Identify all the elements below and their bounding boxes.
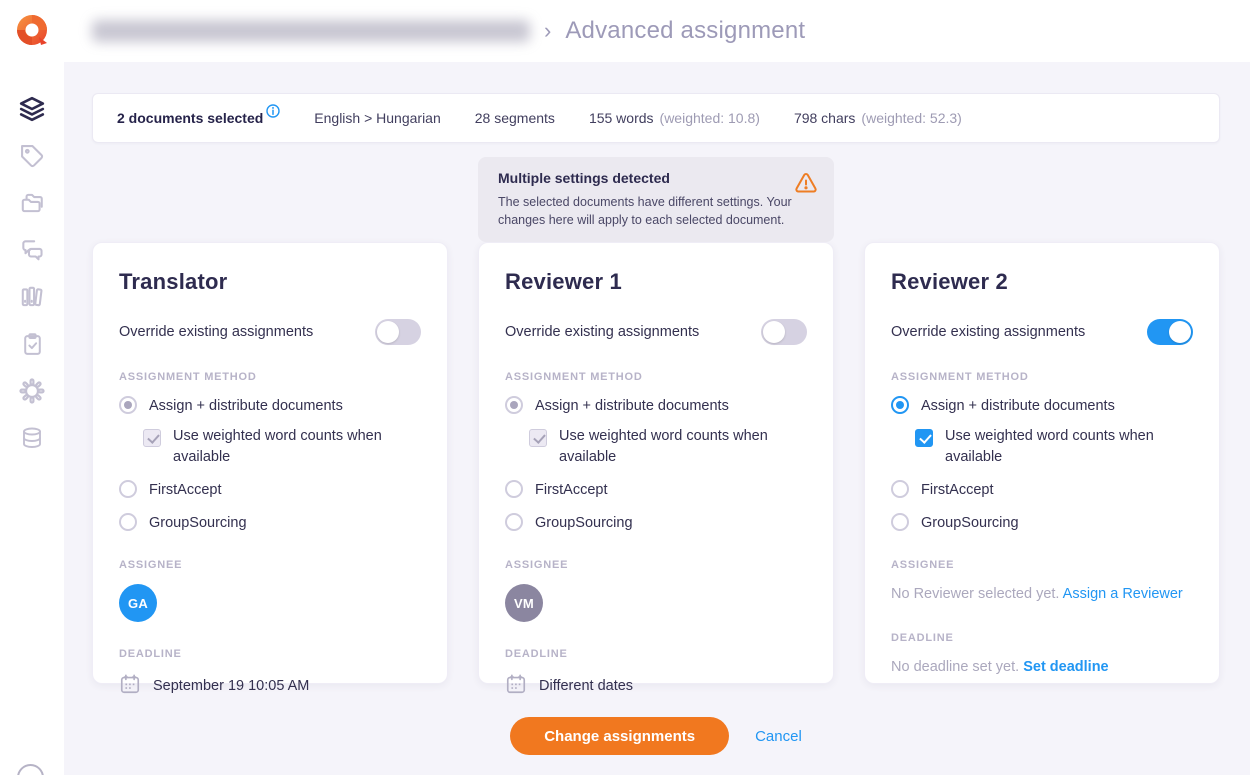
deadline-value[interactable]: Different dates [505,673,807,699]
main-content: 2 documents selected English > Hungarian… [64,62,1250,775]
chars-count: 798 chars (weighted: 52.3) [794,110,962,126]
radio-groupsourcing[interactable] [891,513,909,531]
sidebar-item-database[interactable] [0,417,64,464]
sidebar-item-resources[interactable] [0,276,64,323]
checkbox-weighted-counts [143,429,161,447]
assign-reviewer-link[interactable]: Assign a Reviewer [1063,586,1183,602]
override-label: Override existing assignments [119,324,313,340]
project-name-redacted[interactable] [92,20,530,42]
gear-icon [19,378,45,409]
radio-groupsourcing [119,513,137,531]
calendar-icon [119,673,141,699]
assignment-method-label: ASSIGNMENT METHOD [119,371,421,383]
books-icon [19,284,45,315]
assignee-empty-state: No Reviewer selected yet. Assign a Revie… [891,586,1193,602]
breadcrumb-separator: › [544,18,551,44]
set-deadline-link[interactable]: Set deadline [1023,659,1108,675]
deadline-label: DEADLINE [505,648,807,660]
app-logo[interactable] [13,11,51,49]
warning-triangle-icon [794,171,818,200]
radio-assign-distribute [119,396,137,414]
clipboard-check-icon [20,332,45,362]
tag-icon [20,144,45,174]
radio-assign-distribute [505,396,523,414]
warning-title: Multiple settings detected [498,170,816,186]
reviewer1-card: Reviewer 1 Override existing assignments… [478,242,834,684]
calendar-icon [505,673,527,699]
layers-icon [19,96,45,127]
sidebar-item-files[interactable] [0,182,64,229]
assignee-label: ASSIGNEE [505,559,807,571]
folders-icon [19,190,45,221]
language-pair: English > Hungarian [314,110,440,126]
info-icon[interactable] [266,104,280,121]
override-toggle[interactable] [1147,319,1193,345]
deadline-empty-state: No deadline set yet. Set deadline [891,659,1193,675]
sidebar-item-discussions[interactable] [0,229,64,276]
words-count: 155 words (weighted: 10.8) [589,110,760,126]
radio-assign-distribute[interactable] [891,396,909,414]
assignee-avatar[interactable]: VM [505,584,543,622]
warning-body: The selected documents have different se… [498,193,798,229]
help-icon[interactable] [17,764,44,775]
reviewer1-column: Multiple settings detected The selected … [478,157,834,684]
change-assignments-button[interactable]: Change assignments [510,717,729,755]
card-title: Translator [119,269,421,295]
override-toggle[interactable] [375,319,421,345]
assignee-label: ASSIGNEE [891,559,1193,571]
segments-count: 28 segments [475,110,555,126]
checkbox-weighted-counts [529,429,547,447]
override-label: Override existing assignments [505,324,699,340]
translator-card: Translator Override existing assignments… [92,242,448,684]
deadline-value[interactable]: September 19 10:05 AM [119,673,421,699]
deadline-label: DEADLINE [891,632,1193,644]
radio-firstaccept [119,480,137,498]
advanced-assignment-page: › Advanced assignment [0,0,1250,775]
page-title: Advanced assignment [565,17,805,45]
sidebar [0,0,64,775]
assignment-columns: Translator Override existing assignments… [92,157,1220,684]
selection-summary-bar: 2 documents selected English > Hungarian… [92,93,1220,143]
reviewer2-column: Reviewer 2 Override existing assignments… [864,157,1220,684]
database-icon [20,426,44,455]
words-weighted: (weighted: 10.8) [660,110,760,126]
deadline-label: DEADLINE [119,648,421,660]
sidebar-item-settings[interactable] [0,370,64,417]
card-title: Reviewer 1 [505,269,807,295]
topbar: › Advanced assignment [0,0,1250,62]
card-title: Reviewer 2 [891,269,1193,295]
checkbox-weighted-counts[interactable] [915,429,933,447]
radio-firstaccept[interactable] [891,480,909,498]
sidebar-item-tags[interactable] [0,135,64,182]
chat-icon [19,237,45,268]
reviewer2-card: Reviewer 2 Override existing assignments… [864,242,1220,684]
documents-selected: 2 documents selected [117,110,280,126]
assignment-method-label: ASSIGNMENT METHOD [891,371,1193,383]
radio-firstaccept [505,480,523,498]
assignee-avatar[interactable]: GA [119,584,157,622]
assignment-method-label: ASSIGNMENT METHOD [505,371,807,383]
translator-column: Translator Override existing assignments… [92,157,448,684]
override-toggle[interactable] [761,319,807,345]
multiple-settings-warning: Multiple settings detected The selected … [478,157,834,242]
q-logo-icon [17,15,47,45]
sidebar-item-tasks[interactable] [0,323,64,370]
sidebar-item-documents[interactable] [0,88,64,135]
cancel-button[interactable]: Cancel [755,728,802,745]
footer-actions: Change assignments Cancel [92,717,1220,755]
chars-weighted: (weighted: 52.3) [861,110,961,126]
radio-groupsourcing [505,513,523,531]
sidebar-nav [0,88,64,464]
breadcrumb: › Advanced assignment [92,0,805,62]
override-label: Override existing assignments [891,324,1085,340]
assignee-label: ASSIGNEE [119,559,421,571]
